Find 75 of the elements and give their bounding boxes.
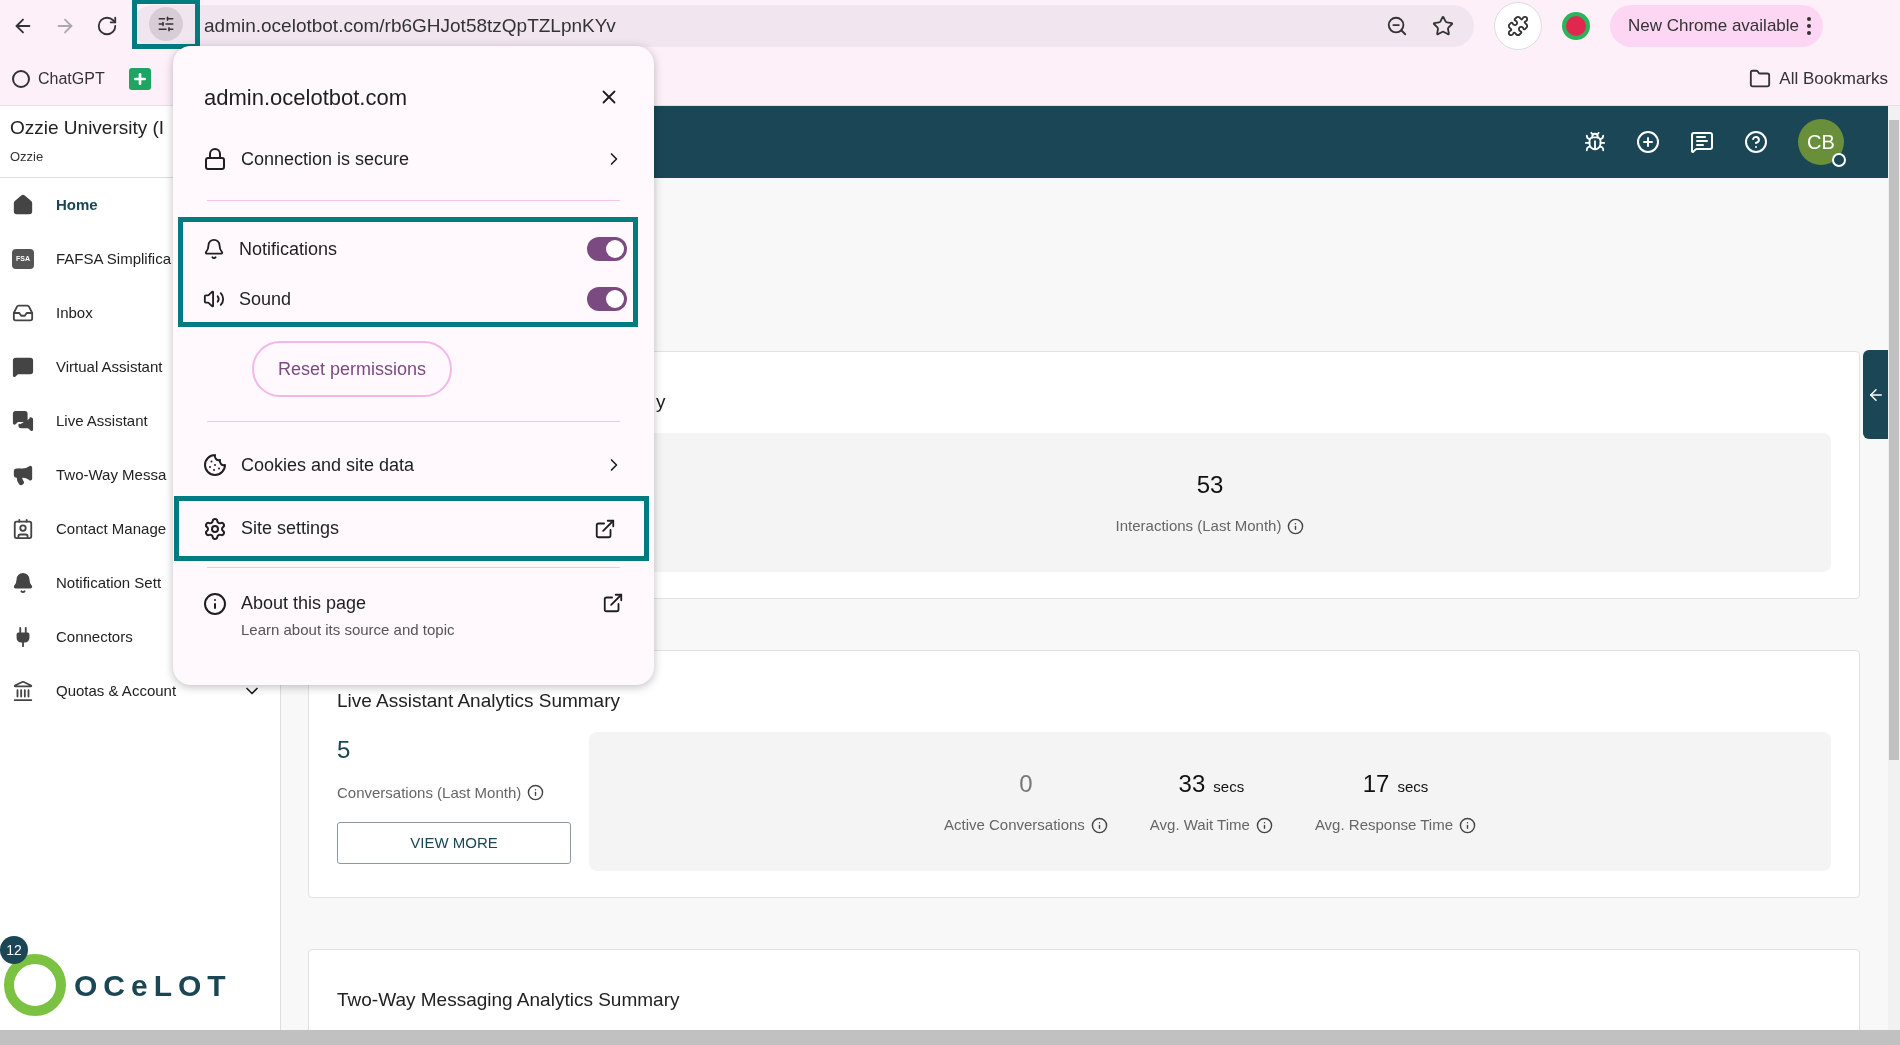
- add-icon[interactable]: [1636, 130, 1660, 154]
- update-button[interactable]: New Chrome available: [1610, 5, 1824, 47]
- toggle-switch[interactable]: [587, 237, 627, 261]
- info-icon: [203, 592, 227, 616]
- permission-label: Sound: [239, 287, 293, 311]
- bookmark[interactable]: [128, 67, 151, 90]
- chat-bubble-icon: [12, 356, 34, 378]
- settings-icon: [203, 516, 227, 541]
- info-icon[interactable]: [1090, 816, 1108, 834]
- about-title: About this page: [241, 592, 368, 615]
- chatgpt-icon: [12, 69, 30, 88]
- external-link-icon: [602, 592, 624, 614]
- about-subtitle: Learn about its source and topic: [241, 620, 456, 640]
- stat-unit: secs: [1397, 776, 1429, 797]
- info-icon[interactable]: [527, 784, 545, 802]
- toggle-switch[interactable]: [587, 287, 627, 311]
- message-icon[interactable]: [1690, 130, 1714, 154]
- sheet-icon: [128, 67, 151, 90]
- profile-avatar[interactable]: [1562, 12, 1590, 40]
- collapse-tab[interactable]: [1863, 350, 1888, 439]
- folder-icon: [1749, 67, 1772, 90]
- card-title: Live Assistant Analytics Summary: [337, 689, 620, 713]
- logo-text: OCeLOT: [74, 967, 232, 1004]
- speaker-icon: [203, 288, 225, 310]
- external-link-icon: [594, 517, 616, 540]
- home-icon: [12, 194, 34, 216]
- info-icon[interactable]: [1287, 517, 1305, 535]
- bookmark[interactable]: ChatGPT: [12, 66, 105, 91]
- stat-value: 17: [1362, 768, 1390, 799]
- site-info-icon[interactable]: [157, 15, 175, 33]
- megaphone-icon: [12, 464, 34, 486]
- inbox-icon: [12, 302, 34, 324]
- help-icon[interactable]: [1744, 130, 1768, 154]
- card-title: Two-Way Messaging Analytics Summary: [337, 988, 680, 1012]
- horizontal-scrollbar[interactable]: [0, 1030, 1900, 1045]
- bell-icon: [12, 572, 34, 594]
- vertical-scrollbar[interactable]: [1888, 106, 1900, 1030]
- chat-bubbles-icon: [12, 410, 34, 432]
- card-title: y: [656, 390, 666, 414]
- stat-unit: secs: [1213, 776, 1245, 797]
- user-avatar[interactable]: CB: [1798, 119, 1844, 165]
- lock-icon: [203, 147, 227, 171]
- summary-label: Conversations (Last Month): [337, 782, 522, 803]
- summary-value: 5: [337, 734, 352, 765]
- bug-icon[interactable]: [1584, 131, 1606, 153]
- org-subtitle: Ozzie: [10, 147, 44, 166]
- site-domain: admin.ocelotbot.com: [204, 83, 407, 112]
- org-name: Ozzie University (I: [10, 116, 165, 140]
- stat-value: 53: [1196, 469, 1224, 500]
- contact-card-icon: [12, 518, 34, 540]
- stat-label: Interactions (Last Month): [1115, 515, 1282, 536]
- view-more-button[interactable]: VIEW MORE: [337, 822, 571, 864]
- info-icon[interactable]: [1459, 816, 1477, 834]
- zoom-icon[interactable]: [1386, 15, 1408, 37]
- about-page-row[interactable]: About this page Learn about its source and topic: [173, 590, 654, 642]
- stat-value: 0: [1019, 768, 1033, 799]
- bell-icon: [203, 238, 225, 260]
- stat-label: Active Conversations: [943, 814, 1085, 835]
- stat-label: Avg. Wait Time: [1149, 814, 1250, 835]
- info-icon[interactable]: [1255, 816, 1273, 834]
- bookmark-star-icon[interactable]: [1432, 15, 1454, 37]
- reload-icon[interactable]: [96, 15, 118, 37]
- permission-label: Notifications: [239, 237, 339, 261]
- all-bookmarks[interactable]: All Bookmarks: [1749, 65, 1888, 92]
- url-text: admin.ocelotbot.com/rb6GHJot58tzQpTZLpnKYv: [204, 13, 617, 38]
- stat-value: 33: [1178, 768, 1206, 799]
- notification-badge: 12: [0, 936, 28, 964]
- extensions-icon[interactable]: [1507, 15, 1529, 37]
- nav-item[interactable]: Quotas & Account: [0, 664, 280, 718]
- cookie-icon: [203, 453, 227, 477]
- reset-permissions-button[interactable]: Reset permissions: [252, 341, 453, 397]
- stat-label: Avg. Response Time: [1314, 814, 1454, 835]
- bank-icon: [12, 680, 34, 702]
- site-settings-row[interactable]: Site settings: [179, 501, 644, 556]
- more-icon: [1807, 17, 1812, 35]
